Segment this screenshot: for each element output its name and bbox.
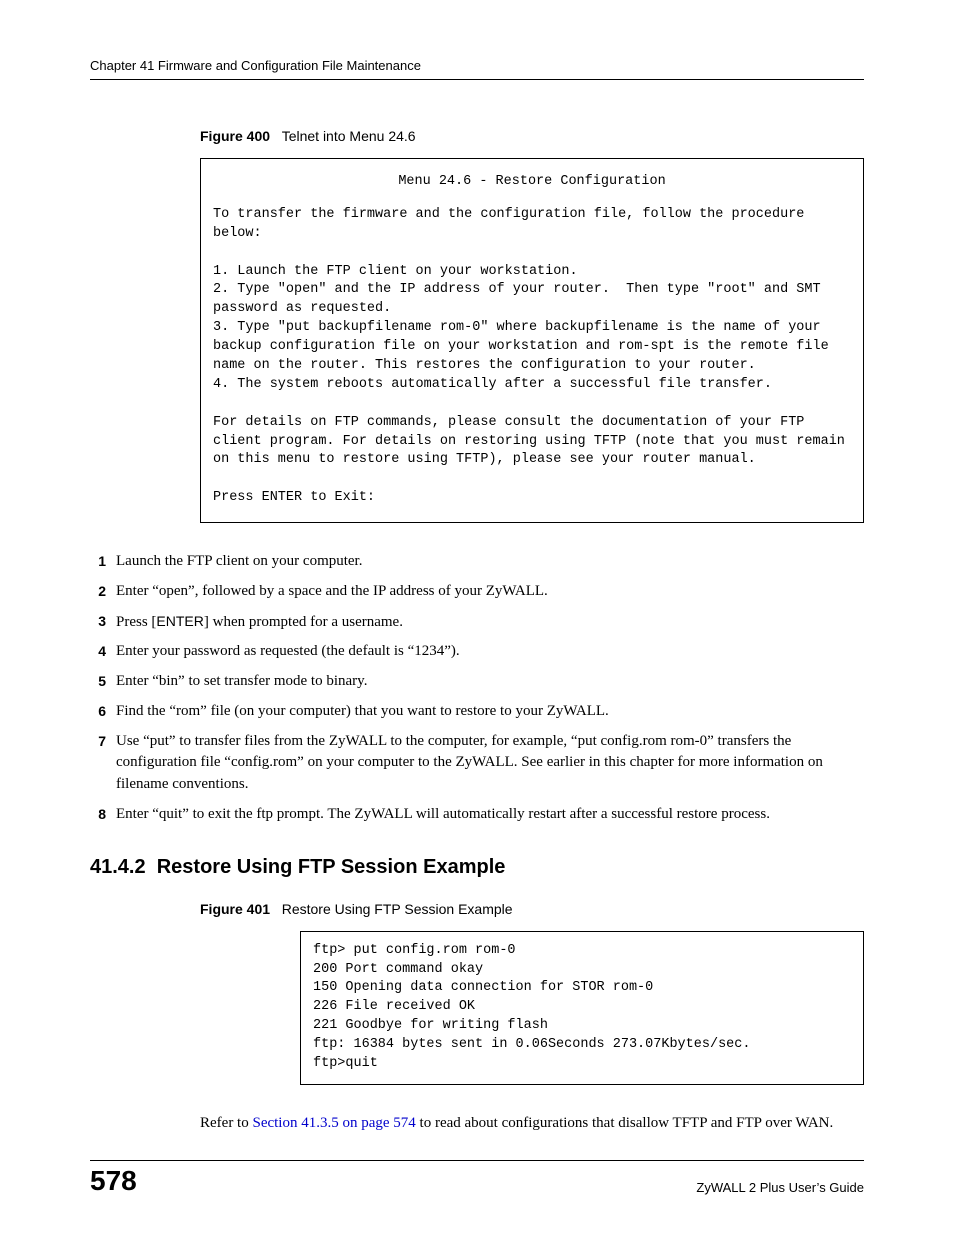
step-1: 1 Launch the FTP client on your computer. [90, 551, 864, 573]
figure-400-caption: Figure 400 Telnet into Menu 24.6 [200, 128, 864, 144]
closing-suffix: to read about configurations that disall… [416, 1115, 833, 1131]
step-3-prefix: Press [ [116, 614, 156, 630]
step-text: Find the “rom” file (on your computer) t… [116, 701, 864, 723]
figure-400-block: Figure 400 Telnet into Menu 24.6 Menu 24… [200, 128, 864, 523]
page-number: 578 [90, 1167, 137, 1195]
closing-prefix: Refer to [200, 1115, 252, 1131]
step-num: 5 [90, 671, 106, 691]
guide-title: ZyWALL 2 Plus User’s Guide [696, 1180, 864, 1195]
figure-401-block: Figure 401 Restore Using FTP Session Exa… [200, 901, 864, 1135]
running-header: Chapter 41 Firmware and Configuration Fi… [90, 58, 864, 80]
page: Chapter 41 Firmware and Configuration Fi… [0, 0, 954, 1235]
step-5: 5 Enter “bin” to set transfer mode to bin… [90, 671, 864, 693]
step-text: Enter “quit” to exit the ftp prompt. The… [116, 804, 864, 826]
figure-400-code-box: Menu 24.6 - Restore Configuration To tran… [200, 158, 864, 523]
step-num: 7 [90, 731, 106, 751]
step-2: 2 Enter “open”, followed by a space and t… [90, 581, 864, 603]
step-text: Enter “bin” to set transfer mode to bina… [116, 671, 864, 693]
step-num: 1 [90, 551, 106, 571]
figure-401-code-box: ftp> put config.rom rom-0 200 Port comma… [300, 931, 864, 1085]
section-title: Restore Using FTP Session Example [157, 856, 506, 878]
step-4: 4 Enter your password as requested (the d… [90, 641, 864, 663]
step-7: 7 Use “put” to transfer files from the Zy… [90, 731, 864, 796]
step-text: Launch the FTP client on your computer. [116, 551, 864, 573]
step-text: Use “put” to transfer files from the ZyW… [116, 731, 864, 796]
enter-key-label: ENTER [156, 613, 203, 629]
figure-401-caption: Figure 401 Restore Using FTP Session Exa… [200, 901, 864, 917]
step-3-suffix: ] when prompted for a username. [204, 614, 403, 630]
step-8: 8 Enter “quit” to exit the ftp prompt. Th… [90, 804, 864, 826]
figure-400-body: To transfer the firmware and the configu… [213, 207, 853, 505]
step-num: 4 [90, 641, 106, 661]
numbered-steps: 1 Launch the FTP client on your computer.… [90, 551, 864, 826]
step-num: 6 [90, 701, 106, 721]
figure-400-title-line: Menu 24.6 - Restore Configuration [213, 173, 851, 192]
section-heading-41-4-2: 41.4.2 Restore Using FTP Session Example [90, 856, 864, 879]
step-num: 3 [90, 611, 106, 631]
step-3: 3 Press [ENTER] when prompted for a usern… [90, 611, 864, 634]
step-6: 6 Find the “rom” file (on your computer) … [90, 701, 864, 723]
closing-paragraph: Refer to Section 41.3.5 on page 574 to r… [200, 1113, 864, 1135]
page-footer: 578 ZyWALL 2 Plus User’s Guide [90, 1160, 864, 1195]
figure-401-label: Figure 401 [200, 901, 270, 917]
section-number: 41.4.2 [90, 856, 146, 878]
step-num: 8 [90, 804, 106, 824]
figure-400-label: Figure 400 [200, 128, 270, 144]
figure-400-caption-text: Telnet into Menu 24.6 [282, 128, 416, 144]
step-num: 2 [90, 581, 106, 601]
figure-401-caption-text: Restore Using FTP Session Example [282, 901, 513, 917]
step-text: Enter “open”, followed by a space and th… [116, 581, 864, 603]
step-text: Press [ENTER] when prompted for a userna… [116, 611, 864, 634]
step-text: Enter your password as requested (the de… [116, 641, 864, 663]
xref-section-41-3-5[interactable]: Section 41.3.5 on page 574 [252, 1115, 415, 1131]
